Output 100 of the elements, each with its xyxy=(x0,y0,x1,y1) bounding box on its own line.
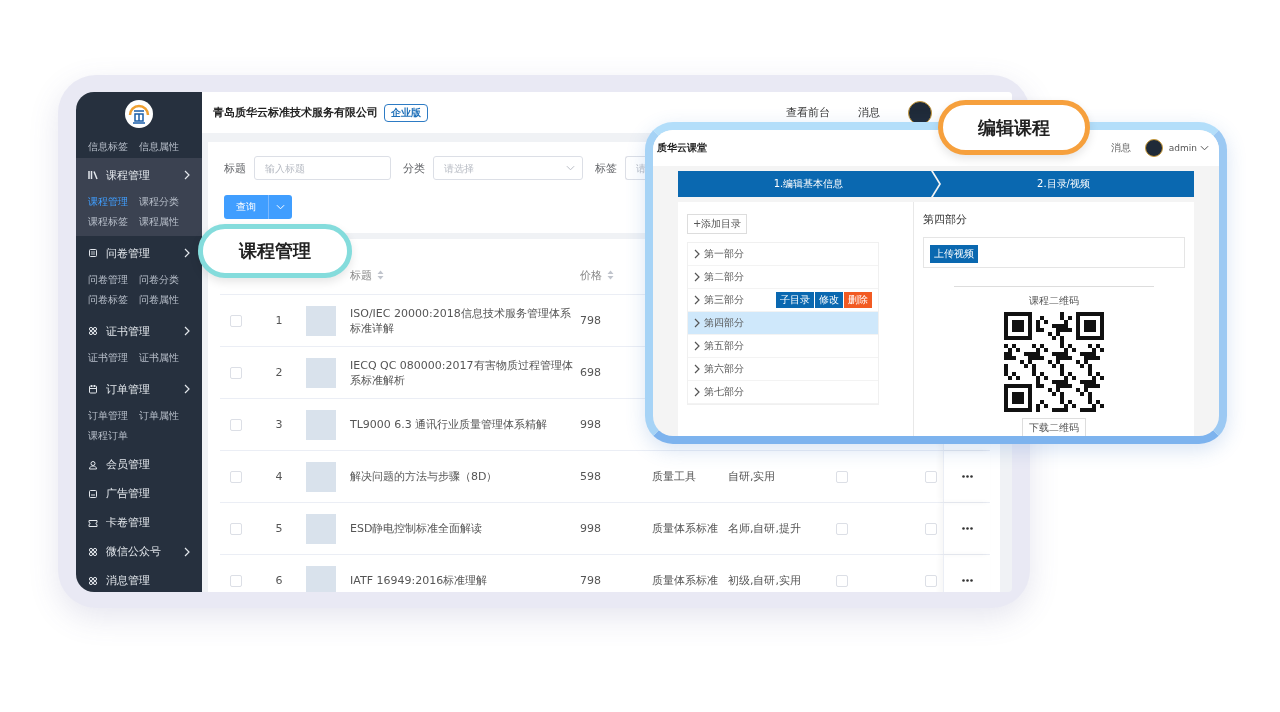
tags-cell-text: 自研,实用 xyxy=(728,469,777,484)
price-cell-text: 598 xyxy=(580,470,602,483)
column-header: 价格 xyxy=(580,267,602,283)
row-checkbox[interactable] xyxy=(230,314,242,327)
submenu-item[interactable]: 课程属性 xyxy=(139,212,190,232)
submenu-item[interactable]: 证书属性 xyxy=(139,348,190,368)
photo-placeholder xyxy=(306,357,336,388)
submenu-item[interactable]: 课程标签 xyxy=(88,212,139,232)
submenu-item[interactable]: 问卷属性 xyxy=(139,290,190,310)
chapter-item[interactable]: 第四部分 xyxy=(688,312,878,335)
books-icon xyxy=(88,170,98,180)
column-header: 标题 xyxy=(350,267,372,283)
checkbox[interactable] xyxy=(836,470,848,483)
menu-link[interactable]: 信息属性 xyxy=(139,137,190,157)
row-number: 1 xyxy=(274,314,284,327)
menu-item[interactable]: 广告管理 xyxy=(76,479,202,508)
step-tab[interactable]: 2.目录/视频 xyxy=(933,171,1194,197)
sort-icon[interactable] xyxy=(377,270,384,280)
caret-down-icon xyxy=(276,204,285,210)
sort-icon[interactable] xyxy=(607,270,614,280)
input-field[interactable]: 输入标题 xyxy=(254,156,391,180)
checkbox[interactable] xyxy=(925,522,937,535)
more-icon[interactable] xyxy=(961,475,973,478)
menu-item[interactable]: 证书管理 xyxy=(76,314,202,348)
submenu-item[interactable]: 证书管理 xyxy=(88,348,139,368)
chevron-right-icon xyxy=(184,546,190,557)
row-checkbox[interactable] xyxy=(230,470,242,483)
menu-item[interactable]: 微信公众号 xyxy=(76,537,202,566)
step-tab[interactable]: 1.编辑基本信息 xyxy=(678,171,939,197)
submenu-item[interactable]: 问卷分类 xyxy=(139,270,190,290)
chapter-item[interactable]: 第六部分 xyxy=(688,358,878,381)
course-title: TL9000 6.3 通讯行业质量管理体系精解 xyxy=(349,417,549,432)
menu-label: 卡卷管理 xyxy=(106,515,150,530)
row-checkbox[interactable] xyxy=(230,574,242,587)
nav-link[interactable]: 查看前台 xyxy=(786,105,830,120)
submenu-item[interactable]: 课程分类 xyxy=(139,192,190,212)
grid-icon xyxy=(88,575,98,586)
grid-icon xyxy=(88,546,98,557)
upload-button[interactable]: 上传视频 xyxy=(930,245,978,263)
chapter-item[interactable]: 第二部分 xyxy=(688,266,878,289)
avatar[interactable] xyxy=(1144,139,1163,157)
panel-icon xyxy=(88,488,98,499)
action-button[interactable]: 修改 xyxy=(815,292,843,308)
add-directory-button[interactable]: +添加目录 xyxy=(687,214,748,234)
submenu-item[interactable]: 问卷标签 xyxy=(88,290,139,310)
checkbox[interactable] xyxy=(925,574,937,587)
menu-item[interactable]: 消息管理 xyxy=(76,566,202,592)
company-name: 青岛质华云标准技术服务有限公司 xyxy=(213,105,378,120)
select-field[interactable]: 请选择 xyxy=(433,156,583,180)
logo-icon xyxy=(124,99,154,129)
menu-label: 会员管理 xyxy=(106,457,150,472)
photo-placeholder xyxy=(306,565,336,592)
category-cell-text: 质量工具 xyxy=(652,469,697,484)
submenu-item[interactable]: 订单属性 xyxy=(139,406,190,426)
menu-label: 课程管理 xyxy=(106,167,150,183)
nav-link[interactable]: 消息 xyxy=(1110,141,1131,155)
row-number: 4 xyxy=(274,470,284,483)
row-checkbox[interactable] xyxy=(230,522,242,535)
submenu-item[interactable]: 订单管理 xyxy=(88,406,139,426)
course-title: ISO/IEC 20000:2018信息技术服务管理体系标准详解 xyxy=(349,305,572,336)
submenu-item[interactable]: 课程管理 xyxy=(88,192,139,212)
row-checkbox[interactable] xyxy=(230,366,242,379)
menu-link[interactable]: 信息标签 xyxy=(88,137,139,157)
chevron-right-icon xyxy=(694,364,700,374)
checkbox[interactable] xyxy=(836,522,848,535)
dropdown-button[interactable] xyxy=(268,195,292,219)
user-menu[interactable]: admin xyxy=(1168,143,1209,153)
photo-placeholder xyxy=(306,461,336,492)
menu-item[interactable]: 订单管理 xyxy=(76,372,202,406)
section-title: 第四部分 xyxy=(923,212,968,227)
input-field[interactable]: 请 xyxy=(625,156,647,180)
chapter-item[interactable]: 第七部分 xyxy=(688,381,878,404)
submenu-item[interactable]: 课程订单 xyxy=(88,426,139,446)
submenu-item[interactable]: 问卷管理 xyxy=(88,270,139,290)
chevron-right-icon xyxy=(694,249,700,259)
chevron-right-icon xyxy=(184,326,190,336)
more-icon[interactable] xyxy=(961,527,973,530)
menu-label: 微信公众号 xyxy=(106,544,161,559)
menu-item[interactable]: 课程管理 xyxy=(76,158,202,192)
grid-icon xyxy=(88,326,98,336)
row-number: 5 xyxy=(274,522,284,535)
chapter-item[interactable]: 第一部分 xyxy=(688,243,878,266)
chevron-right-icon xyxy=(694,387,700,397)
chevron-right-icon xyxy=(694,318,700,328)
chevron-right-icon xyxy=(694,295,700,305)
tags-cell-text: 名师,自研,提升 xyxy=(728,521,802,536)
checkbox[interactable] xyxy=(836,574,848,587)
download-button[interactable]: 下载二维码 xyxy=(1022,418,1086,436)
more-icon[interactable] xyxy=(961,579,973,582)
chapter-item[interactable]: 第五部分 xyxy=(688,335,878,358)
avatar[interactable] xyxy=(908,100,932,125)
photo-placeholder xyxy=(306,513,336,544)
menu-item[interactable]: 卡卷管理 xyxy=(76,508,202,537)
action-button[interactable]: 子目录 xyxy=(776,292,814,308)
chevron-right-icon xyxy=(184,384,190,394)
row-number: 3 xyxy=(274,418,284,431)
nav-link[interactable]: 消息 xyxy=(858,105,880,120)
checkbox[interactable] xyxy=(925,470,937,483)
menu-item[interactable]: 会员管理 xyxy=(76,450,202,479)
row-checkbox[interactable] xyxy=(230,418,242,431)
